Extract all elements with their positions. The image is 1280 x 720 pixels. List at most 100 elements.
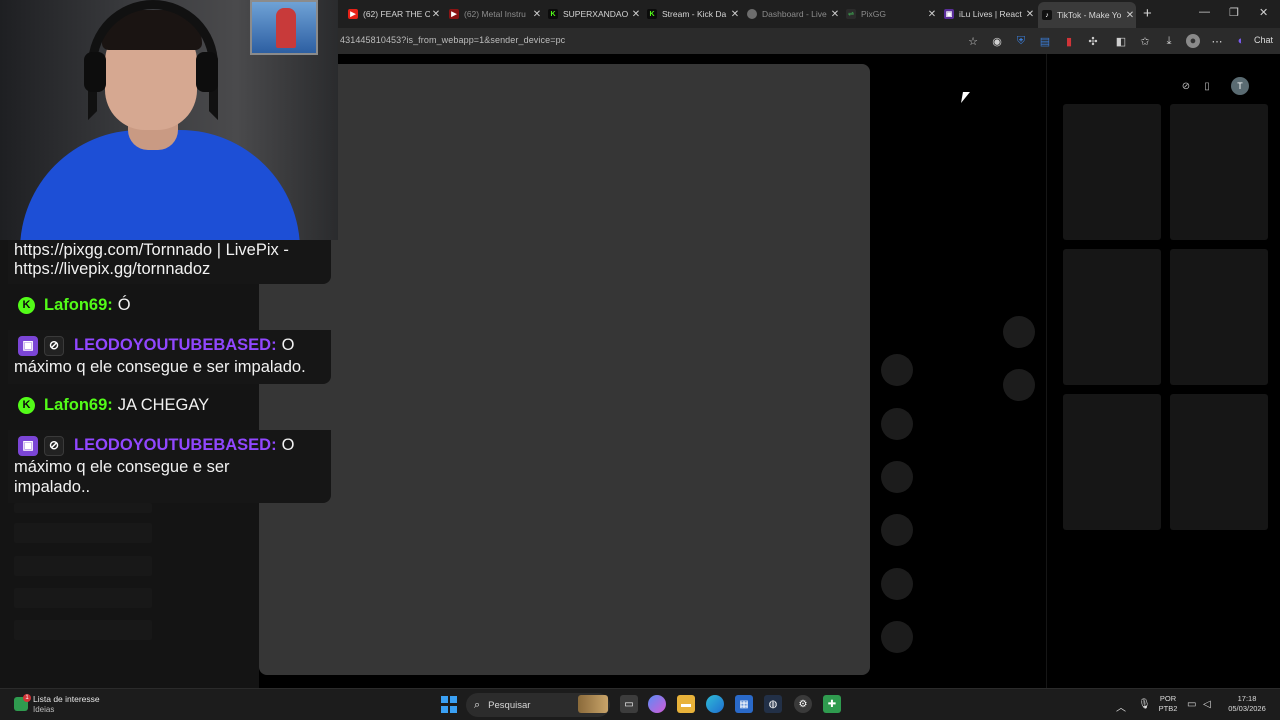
chat-text-line: impalado.. [14,478,91,496]
widget-title[interactable]: Lista de interesse [33,694,100,704]
chat-message: K Lafon69: Ó [14,295,131,316]
download-icon[interactable]: ⤓ [1162,34,1176,48]
network-icon[interactable]: ▭ [1187,699,1196,710]
save-button-placeholder[interactable] [881,461,913,493]
more-menu-icon[interactable]: ⋯ [1210,34,1224,48]
video-player-placeholder[interactable] [259,64,870,675]
office-icon[interactable]: ▮ [1062,34,1076,48]
pixgg-icon: ⇌ [846,9,856,19]
copilot-icon[interactable]: ◐ [1234,34,1248,48]
globe-icon [747,9,757,19]
start-tile [441,695,448,703]
minimize-icon[interactable]: — [1199,6,1210,18]
nav-up-placeholder[interactable] [1003,316,1035,348]
chevron-up-icon[interactable]: ︿ [1116,699,1126,714]
like-button-placeholder[interactable] [881,354,913,386]
video-thumbnail-placeholder[interactable] [1063,394,1161,530]
webcam-overlay [0,0,338,240]
video-thumbnail-placeholder[interactable] [1170,104,1268,240]
input-language[interactable]: POR PTB2 [1156,694,1180,714]
skeleton-row [14,620,152,640]
tab-label: PixGG [861,9,887,19]
nav-down-placeholder[interactable] [1003,369,1035,401]
kick-icon: K [18,297,35,314]
close-icon[interactable]: ✕ [829,9,841,20]
steam-icon[interactable]: ◍ [764,695,782,713]
chat-username: LEODOYOUTUBEBASED: [74,336,277,354]
video-thumbnail-placeholder[interactable] [1170,249,1268,385]
browser-tab[interactable]: ⇌ PixGG ✕ [842,4,938,24]
chat-message: ▣ ⊘ LEODOYOUTUBEBASED: O [14,335,294,356]
chat-text-line: máximo q ele consegue e ser impalado. [14,358,306,376]
task-view-icon[interactable]: ▭ [620,695,638,713]
file-explorer-icon[interactable]: ▬ [677,695,695,713]
video-thumbnail-placeholder[interactable] [1170,394,1268,530]
settings-app-icon[interactable]: ⚙ [794,695,812,713]
browser-tab[interactable]: ▶ (62) FEAR THE CL ✕ [344,4,442,24]
volume-icon[interactable]: ◁ [1203,699,1211,710]
youtube-icon: ▶ [449,9,459,19]
microphone-icon[interactable]: 🎙 [1138,699,1151,710]
close-icon[interactable]: ✕ [531,9,543,20]
close-icon[interactable]: ✕ [1124,10,1136,21]
edge-icon[interactable] [706,695,724,713]
tab-label: (62) FEAR THE CL [363,9,430,19]
close-window-icon[interactable]: ✕ [1259,6,1268,19]
close-icon[interactable]: ✕ [630,9,642,20]
url-text[interactable]: 431445810453?is_from_webapp=1&sender_dev… [340,35,565,45]
video-thumbnail-placeholder[interactable] [1063,104,1161,240]
close-icon[interactable]: ✕ [430,9,442,20]
game-app-icon[interactable]: ✚ [823,695,841,713]
youtube-icon: ▶ [348,9,358,19]
compass-icon[interactable]: ⊘ [1178,78,1194,94]
phone-icon[interactable]: ▯ [1199,78,1215,94]
copilot-app-icon[interactable] [648,695,666,713]
start-button[interactable] [440,695,458,713]
action-button-placeholder[interactable] [881,621,913,653]
search-highlight-icon[interactable] [578,695,608,713]
chat-text: O [281,336,295,354]
tiktok-icon: ♪ [1042,10,1052,20]
comment-button-placeholder[interactable] [881,408,913,440]
chat-text-line: máximo q ele consegue e ser [14,458,230,476]
browser-tab[interactable]: K Stream - Kick Da ✕ [643,4,741,24]
extension-icon[interactable]: ◉ [990,34,1004,48]
start-tile [450,705,457,713]
close-icon[interactable]: ✕ [926,9,938,20]
share-button-placeholder[interactable] [881,514,913,546]
wall-poster [250,0,318,55]
clock[interactable]: 17:18 05/03/2026 [1222,694,1272,714]
browser-tab[interactable]: ▣ iLu Lives | React ✕ [940,4,1036,24]
browser-tab-active[interactable]: ♪ TikTok - Make Yo ✕ [1038,2,1136,28]
chat-button[interactable]: Chat [1254,35,1273,45]
translate-icon[interactable]: ▤ [1038,34,1052,48]
skeleton-row [14,588,152,608]
tab-label: Dashboard - Live [762,9,827,19]
profile-icon[interactable]: ● [1186,34,1200,48]
close-icon[interactable]: ✕ [729,9,741,20]
restore-icon[interactable]: ❐ [1229,6,1239,19]
chat-intro-line: https://pixgg.com/Tornnado | LivePix - [14,241,289,259]
tab-label: iLu Lives | React [959,9,1022,19]
shield-icon[interactable]: ⛨ [1014,34,1028,48]
browser-tab[interactable]: ▶ (62) Metal Instru ✕ [445,4,543,24]
favorite-star-icon[interactable]: ☆ [966,34,980,48]
split-screen-icon[interactable]: ◧ [1114,34,1128,48]
chat-text: Ó [117,296,131,314]
avatar[interactable]: T [1231,77,1249,95]
chat-intro-line: https://livepix.gg/tornnadoz [14,260,211,278]
puzzle-icon[interactable]: ✣ [1086,34,1100,48]
video-thumbnail-placeholder[interactable] [1063,249,1161,385]
new-tab-button[interactable]: + [1143,5,1152,22]
chat-username: Lafon69: [44,296,113,314]
photos-icon[interactable]: ▦ [735,695,753,713]
skeleton-row [14,523,152,543]
action-button-placeholder[interactable] [881,568,913,600]
mod-badge-icon: ⊘ [44,435,64,456]
close-icon[interactable]: ✕ [1024,9,1036,20]
skeleton-row [14,503,152,513]
browser-tab[interactable]: K SUPERXANDAO S ✕ [544,4,642,24]
browser-tab[interactable]: Dashboard - Live ✕ [743,4,841,24]
mouse-cursor [961,92,970,103]
collections-icon[interactable]: ✩ [1138,34,1152,48]
